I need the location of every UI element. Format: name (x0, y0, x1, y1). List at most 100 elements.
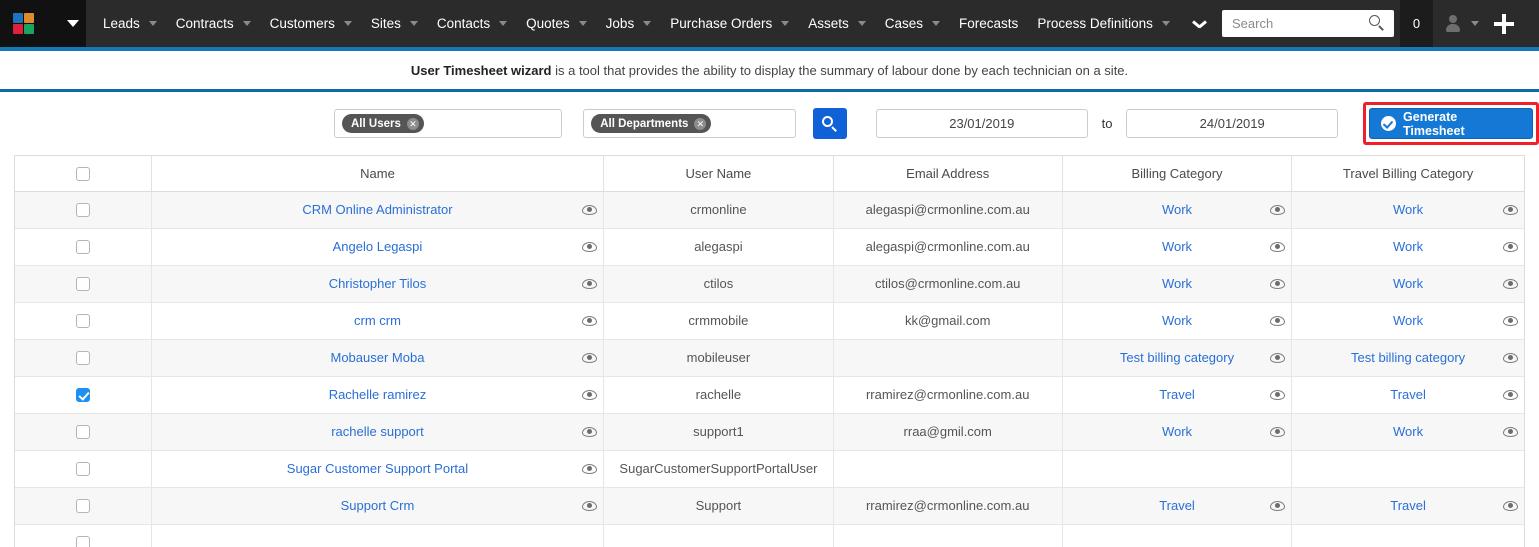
select-all-checkbox[interactable] (75, 167, 90, 182)
preview-eye-icon[interactable] (1496, 389, 1524, 400)
table-row[interactable]: rachelle support support1 rraa@gmil.com Wor… (15, 413, 1524, 451)
nav-item-contracts[interactable]: Contracts (165, 0, 259, 47)
preview-eye-icon[interactable] (1263, 278, 1291, 289)
user-menu[interactable] (1433, 0, 1483, 47)
row-select-checkbox[interactable] (75, 499, 90, 514)
remove-departments-pill-icon[interactable]: ✕ (694, 117, 707, 130)
preview-eye-icon[interactable] (1496, 315, 1524, 326)
search-button[interactable] (812, 108, 847, 139)
name-link[interactable]: Rachelle ramirez (152, 387, 576, 402)
nav-item-process-definitions[interactable]: Process Definitions (1026, 0, 1178, 47)
header-travel-billing-category[interactable]: Travel Billing Category (1291, 156, 1524, 192)
name-link[interactable]: Mobauser Moba (152, 350, 576, 365)
preview-eye-icon[interactable] (575, 241, 603, 252)
nav-item-purchase-orders[interactable]: Purchase Orders (659, 0, 797, 47)
date-to-input[interactable] (1126, 109, 1339, 138)
table-row[interactable]: CRM Online Administrator crmonline alegasp… (15, 191, 1524, 229)
row-select-checkbox[interactable] (75, 351, 90, 366)
row-select-checkbox[interactable] (75, 277, 90, 292)
preview-eye-icon[interactable] (1263, 426, 1291, 437)
billing-category-link[interactable]: Test billing category (1063, 350, 1263, 365)
preview-eye-icon[interactable] (575, 426, 603, 437)
preview-eye-icon[interactable] (1263, 315, 1291, 326)
preview-eye-icon[interactable] (1263, 204, 1291, 215)
preview-eye-icon[interactable] (1263, 389, 1291, 400)
table-row[interactable]: Christopher Tilos ctilos ctilos@crmonline.… (15, 265, 1524, 303)
row-select-checkbox[interactable] (75, 462, 90, 477)
billing-category-link[interactable]: Work (1063, 313, 1263, 328)
row-select-checkbox[interactable] (75, 314, 90, 329)
billing-category-link[interactable]: Work (1063, 202, 1263, 217)
preview-eye-icon[interactable] (575, 278, 603, 289)
preview-eye-icon[interactable] (575, 389, 603, 400)
travel-billing-category-link[interactable]: Work (1292, 424, 1496, 439)
billing-category-link[interactable]: Work (1063, 276, 1263, 291)
row-select-checkbox[interactable] (75, 388, 90, 403)
logo-dropdown-caret-icon[interactable] (60, 0, 86, 47)
nav-overflow-button[interactable] (1178, 0, 1222, 47)
table-row[interactable]: Support Crm Support rramirez@crmonline.com… (15, 487, 1524, 525)
nav-item-leads[interactable]: Leads (92, 0, 165, 47)
travel-billing-category-link[interactable]: Work (1292, 276, 1496, 291)
search-input[interactable] (1230, 12, 1370, 35)
nav-item-customers[interactable]: Customers (259, 0, 360, 47)
preview-eye-icon[interactable] (1496, 278, 1524, 289)
row-select-checkbox[interactable] (75, 203, 90, 218)
departments-multiselect[interactable]: All Departments ✕ (583, 109, 796, 138)
header-user-name[interactable]: User Name (603, 156, 834, 192)
add-new-button[interactable] (1483, 0, 1525, 47)
app-logo[interactable] (0, 0, 60, 47)
preview-eye-icon[interactable] (1263, 241, 1291, 252)
billing-category-link[interactable]: Travel (1063, 387, 1263, 402)
preview-eye-icon[interactable] (1496, 204, 1524, 215)
name-link[interactable]: CRM Online Administrator (152, 202, 576, 217)
billing-category-link[interactable]: Work (1063, 239, 1263, 254)
preview-eye-icon[interactable] (1263, 352, 1291, 363)
preview-eye-icon[interactable] (1496, 500, 1524, 511)
generate-timesheet-button[interactable]: Generate Timesheet (1369, 108, 1533, 139)
name-link[interactable]: Sugar Customer Support Portal (152, 461, 576, 476)
preview-eye-icon[interactable] (575, 352, 603, 363)
remove-users-pill-icon[interactable]: ✕ (406, 117, 419, 130)
preview-eye-icon[interactable] (1263, 500, 1291, 511)
preview-eye-icon[interactable] (1496, 426, 1524, 437)
global-search[interactable] (1222, 10, 1394, 37)
name-link[interactable]: crm crm (152, 313, 576, 328)
date-from-input[interactable] (875, 109, 1088, 138)
table-row[interactable]: Angelo Legaspi alegaspi alegaspi@crmonline… (15, 228, 1524, 266)
name-link[interactable]: Support Crm (152, 498, 576, 513)
name-link[interactable]: rachelle support (152, 424, 576, 439)
travel-billing-category-link[interactable]: Work (1292, 313, 1496, 328)
preview-eye-icon[interactable] (1496, 241, 1524, 252)
preview-eye-icon[interactable] (575, 315, 603, 326)
table-row[interactable] (15, 524, 1524, 547)
travel-billing-category-link[interactable]: Test billing category (1292, 350, 1496, 365)
travel-billing-category-link[interactable]: Work (1292, 202, 1496, 217)
header-name[interactable]: Name (151, 156, 605, 192)
header-billing-category[interactable]: Billing Category (1062, 156, 1293, 192)
nav-item-cases[interactable]: Cases (874, 0, 948, 47)
header-email-address[interactable]: Email Address (833, 156, 1063, 192)
nav-item-assets[interactable]: Assets (797, 0, 874, 47)
billing-category-link[interactable]: Travel (1063, 498, 1263, 513)
nav-item-forecasts[interactable]: Forecasts (948, 0, 1026, 47)
nav-item-contacts[interactable]: Contacts (426, 0, 515, 47)
preview-eye-icon[interactable] (575, 463, 603, 474)
preview-eye-icon[interactable] (575, 500, 603, 511)
table-row[interactable]: Sugar Customer Support Portal SugarCustom… (15, 450, 1524, 488)
preview-eye-icon[interactable] (1496, 352, 1524, 363)
nav-item-quotes[interactable]: Quotes (515, 0, 595, 47)
users-multiselect[interactable]: All Users ✕ (334, 109, 563, 138)
travel-billing-category-link[interactable]: Travel (1292, 387, 1496, 402)
row-select-checkbox[interactable] (75, 425, 90, 440)
row-select-checkbox[interactable] (75, 536, 90, 547)
travel-billing-category-link[interactable]: Work (1292, 239, 1496, 254)
notification-count-badge[interactable]: 0 (1400, 0, 1433, 47)
table-row[interactable]: Rachelle ramirez rachelle rramirez@crmonli… (15, 376, 1524, 414)
nav-item-jobs[interactable]: Jobs (595, 0, 660, 47)
travel-billing-category-link[interactable]: Travel (1292, 498, 1496, 513)
name-link[interactable]: Christopher Tilos (152, 276, 576, 291)
name-link[interactable]: Angelo Legaspi (152, 239, 576, 254)
billing-category-link[interactable]: Work (1063, 424, 1263, 439)
table-row[interactable]: Mobauser Moba mobileuser Test billing cate… (15, 339, 1524, 377)
